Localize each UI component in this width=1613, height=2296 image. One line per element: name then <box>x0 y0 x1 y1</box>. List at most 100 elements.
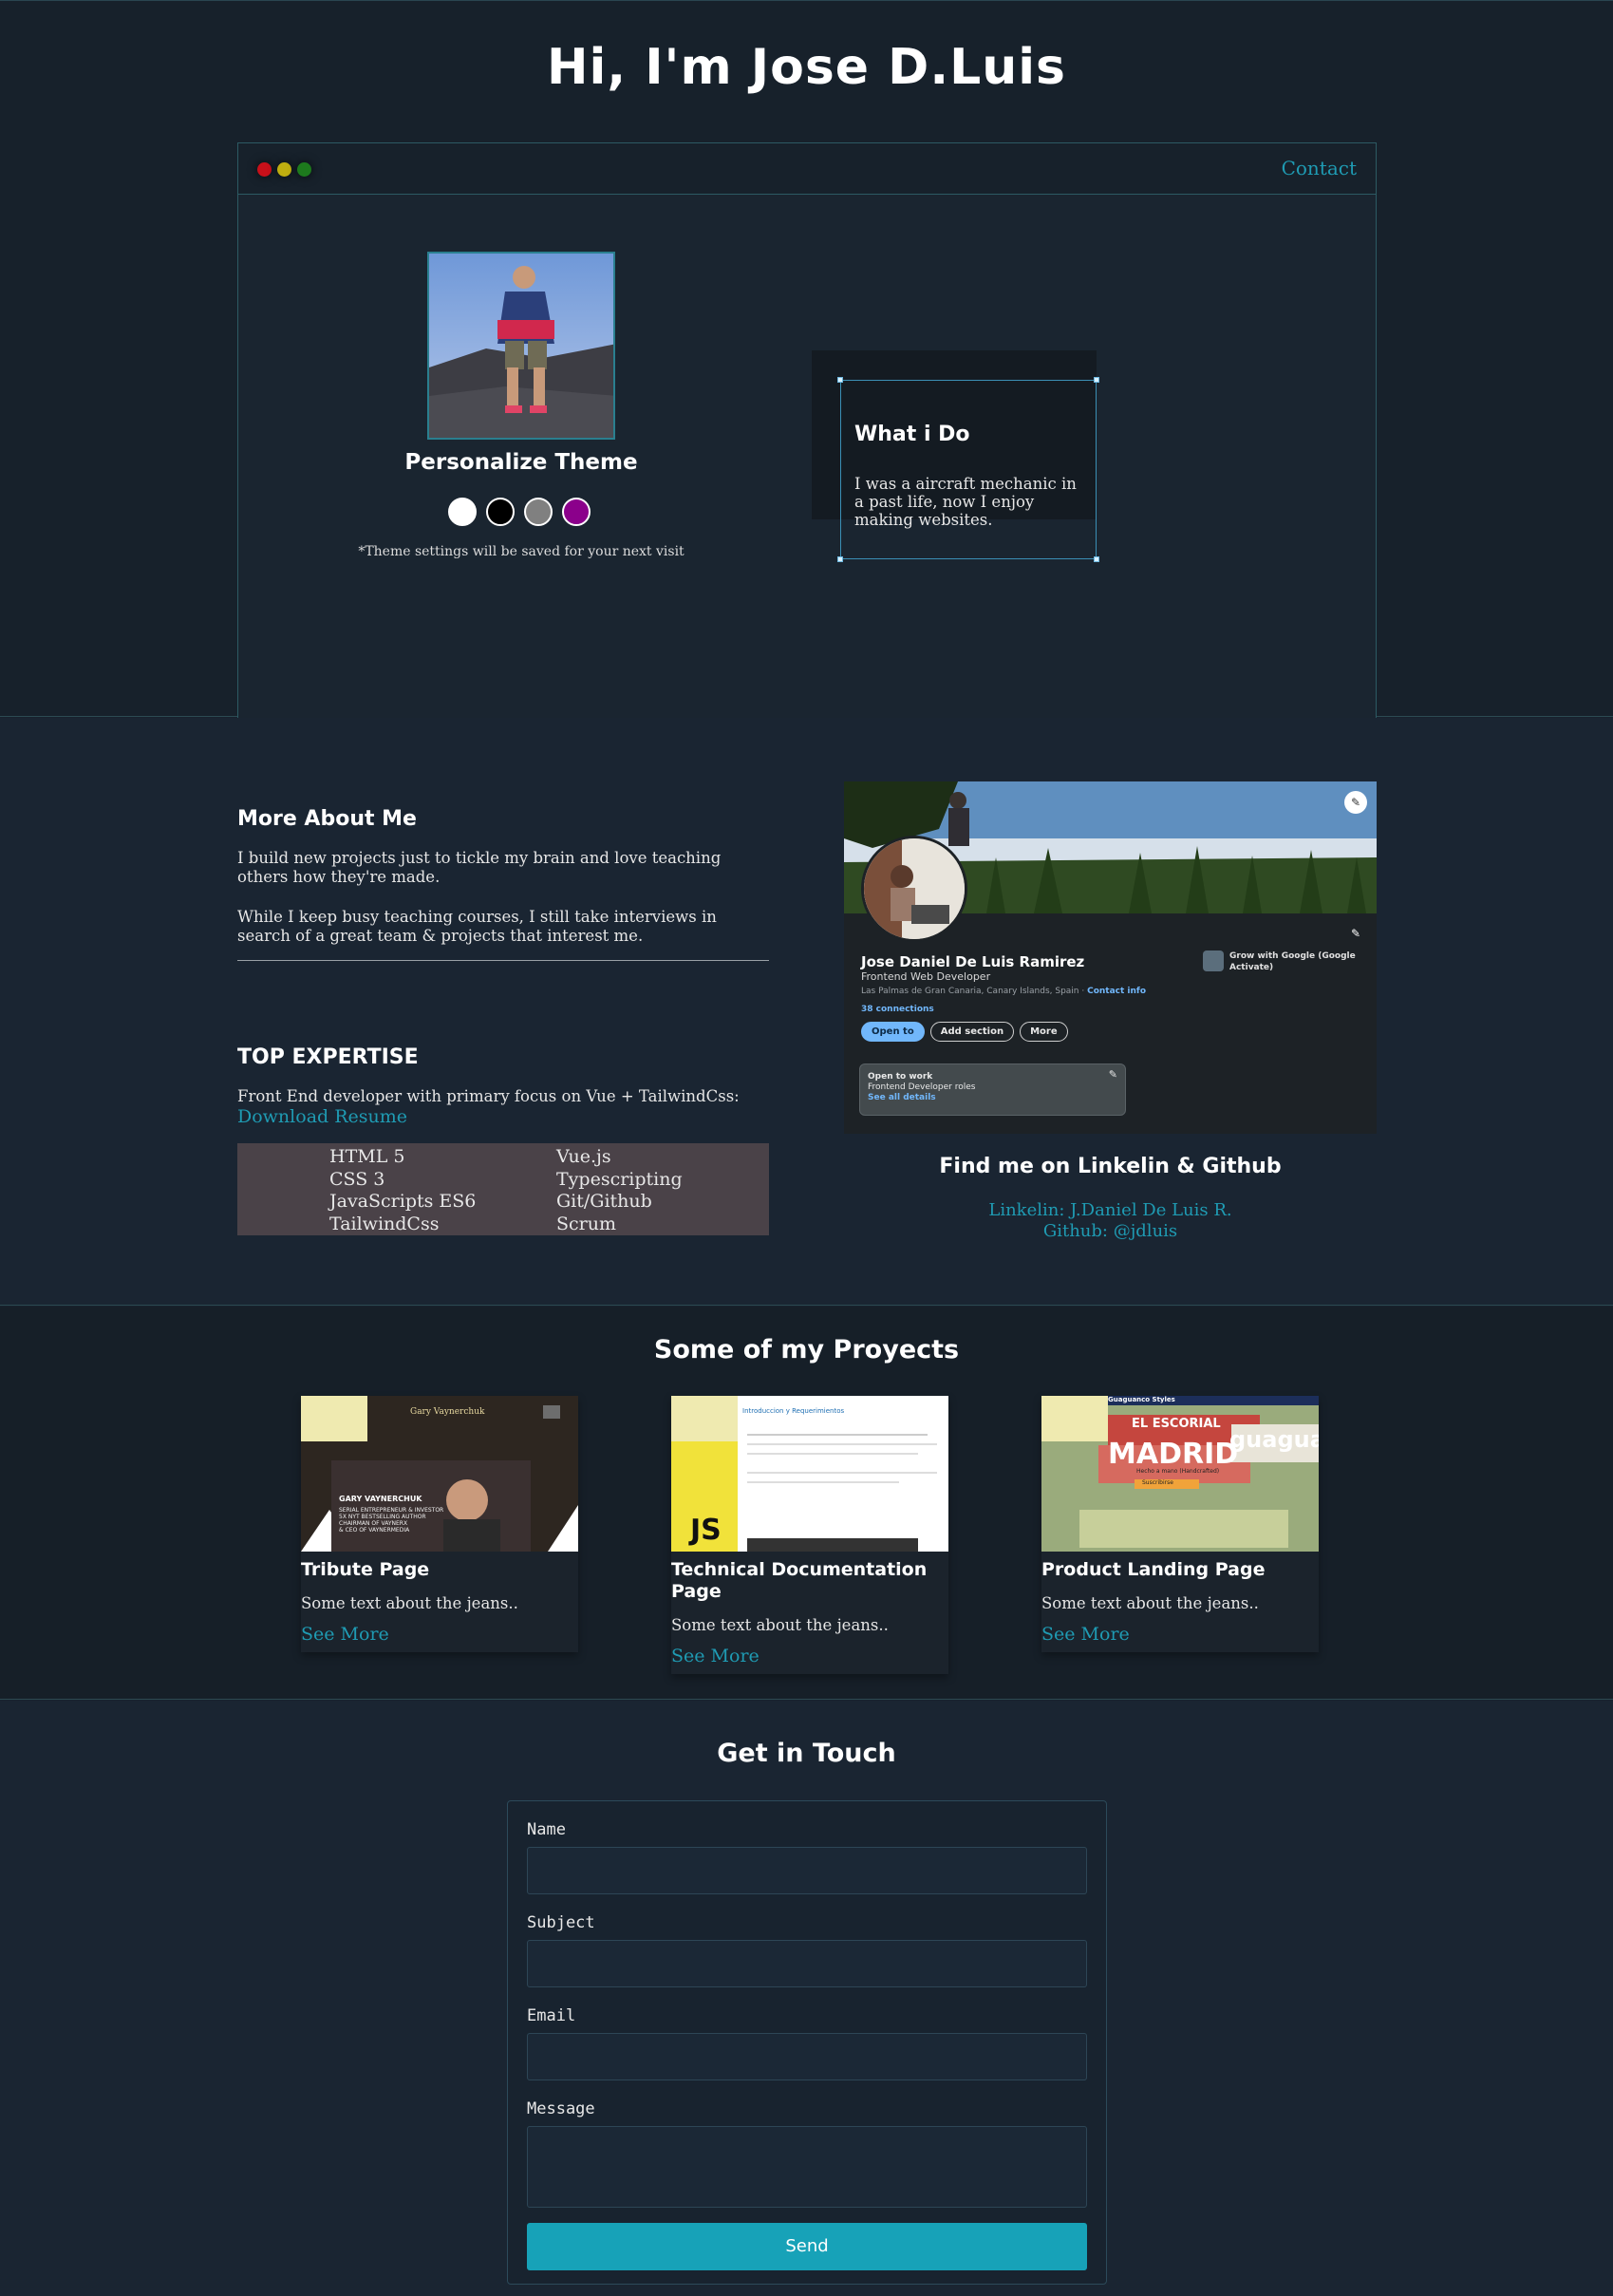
thumbnail-bio-line: 5X NYT BESTSELLING AUTHOR <box>339 1514 426 1520</box>
project-description: Some text about the jeans.. <box>301 1594 518 1612</box>
resize-handle <box>1094 377 1099 383</box>
skill-item: TailwindCss <box>329 1213 440 1234</box>
thumbnail-bio: SERIAL ENTREPRENEUR & INVESTOR 5X NYT BE… <box>339 1507 443 1534</box>
skill-item: Typescripting <box>556 1168 683 1190</box>
see-all-details-link[interactable]: See all details <box>868 1093 1117 1103</box>
theme-title: Personalize Theme <box>404 450 638 475</box>
about-divider <box>237 960 769 961</box>
thumbnail-title: MADRID <box>1108 1438 1239 1471</box>
name-input[interactable] <box>527 1847 1087 1894</box>
email-label: Email <box>527 2006 576 2025</box>
open-to-work-box[interactable]: Open to work Frontend Developer roles Se… <box>859 1063 1126 1116</box>
theme-swatch-purple[interactable] <box>562 498 591 526</box>
about-title: More About Me <box>237 807 417 831</box>
linkedin-education-text: Grow with Google (Google Activate) <box>1229 951 1356 972</box>
see-more-link[interactable]: See More <box>1041 1624 1319 1652</box>
skill-item: HTML 5 <box>329 1146 405 1167</box>
hero-section: Hi, I'm Jose D.Luis Contact Personalize … <box>0 0 1613 718</box>
theme-swatches <box>448 498 591 526</box>
project-card-landing[interactable]: Guaguanco Styles EL ESCORIAL MADRID guag… <box>1041 1396 1319 1652</box>
skill-item: Vue.js <box>556 1146 611 1167</box>
resize-handle <box>1094 556 1099 562</box>
projects-title: Some of my Proyects <box>653 1335 960 1364</box>
js-logo: JS <box>690 1514 722 1547</box>
hero-title: Hi, I'm Jose D.Luis <box>547 39 1066 96</box>
theme-swatch-white[interactable] <box>448 498 477 526</box>
social-links: Linkelin: J.Daniel De Luis R. Github: @j… <box>844 1200 1377 1242</box>
add-section-button[interactable]: Add section <box>929 1022 1015 1042</box>
more-button[interactable]: More <box>1020 1022 1068 1042</box>
linkedin-connections[interactable]: 38 connections <box>861 1005 934 1014</box>
github-link[interactable]: Github: @jdluis <box>844 1221 1377 1242</box>
name-label: Name <box>527 1820 566 1839</box>
contact-form: Name Subject Email Message Send <box>507 1800 1107 2285</box>
project-thumbnail: Gary Vaynerchuk GARY VAYNERCHUK SERIAL E… <box>301 1396 578 1552</box>
about-section: More About Me I build new projects just … <box>0 718 1613 1306</box>
see-more-link[interactable]: See More <box>301 1624 578 1652</box>
profile-photo <box>427 252 615 440</box>
thumbnail-brand: Guaguanco Styles <box>1108 1396 1175 1403</box>
linkedin-education: Grow with Google (Google Activate) <box>1203 950 1364 973</box>
projects-section: Some of my Proyects Gary Vaynerchuk GARY… <box>0 1307 1613 1700</box>
skill-item: Git/Github <box>556 1191 652 1212</box>
thumbnail-bio-line: & CEO OF VAYNERMEDIA <box>339 1527 410 1534</box>
linkedin-buttons: Open to Add section More <box>861 1022 1068 1042</box>
thumbnail-button: Suscribirse <box>1142 1479 1173 1486</box>
contact-title: Get in Touch <box>717 1739 896 1768</box>
message-textarea[interactable] <box>527 2126 1087 2208</box>
subject-input[interactable] <box>527 1940 1087 1987</box>
email-input[interactable] <box>527 2033 1087 2080</box>
subject-label: Subject <box>527 1913 595 1932</box>
linkedin-contact-info-link[interactable]: Contact info <box>1087 987 1146 996</box>
thumbnail-caption: GARY VAYNERCHUK <box>339 1495 422 1503</box>
edit-intro-icon[interactable]: ✎ <box>1344 922 1367 945</box>
thumbnail-heading: Introduccion y Requerimientos <box>742 1407 845 1415</box>
download-resume-link[interactable]: Download Resume <box>237 1107 769 1126</box>
resize-handle <box>837 556 843 562</box>
project-card-tribute[interactable]: Gary Vaynerchuk GARY VAYNERCHUK SERIAL E… <box>301 1396 578 1652</box>
thumbnail-heading: Gary Vaynerchuk <box>410 1407 485 1417</box>
skill-item: CSS 3 <box>329 1168 385 1190</box>
see-more-link[interactable]: See More <box>671 1646 948 1674</box>
skills-list: HTML 5 Vue.js CSS 3 Typescripting JavaSc… <box>237 1143 769 1235</box>
message-label: Message <box>527 2099 595 2118</box>
find-me-title: Find me on Linkelin & Github <box>939 1155 1282 1178</box>
open-to-work-title: Open to work <box>868 1072 933 1082</box>
linkedin-location: Las Palmas de Gran Canaria, Canary Islan… <box>861 987 1146 996</box>
thumbnail-bio-line: CHAIRMAN OF VAYNERX <box>339 1520 408 1527</box>
what-i-do-card: What i Do I was a aircraft mechanic in a… <box>837 377 1099 562</box>
linkedin-role: Frontend Web Developer <box>861 970 991 983</box>
about-paragraph-2: While I keep busy teaching courses, I st… <box>237 908 717 945</box>
project-description: Some text about the jeans.. <box>671 1616 889 1634</box>
google-logo-icon <box>1203 950 1224 971</box>
theme-swatch-gray[interactable] <box>524 498 553 526</box>
thumbnail-subtitle: EL ESCORIAL <box>1132 1417 1221 1431</box>
linkedin-location-text: Las Palmas de Gran Canaria, Canary Islan… <box>861 987 1088 996</box>
linkedin-avatar <box>861 836 967 942</box>
edit-open-to-work-icon[interactable]: ✎ <box>1109 1069 1117 1080</box>
window-dot-green <box>297 162 311 177</box>
project-name: Technical Documentation Page <box>671 1559 928 1602</box>
linkedin-profile-card[interactable]: ✎ ✎ Jose Daniel De Luis Ramirez Frontend… <box>844 781 1377 1134</box>
contact-section: Get in Touch Name Subject Email Message … <box>0 1701 1613 2296</box>
nav-contact-link[interactable]: Contact <box>1282 157 1357 179</box>
theme-swatch-black[interactable] <box>486 498 515 526</box>
project-thumbnail: Guaguanco Styles EL ESCORIAL MADRID guag… <box>1041 1396 1319 1552</box>
send-button[interactable]: Send <box>527 2223 1087 2270</box>
theme-note: *Theme settings will be saved for your n… <box>358 544 685 559</box>
project-card-documentation[interactable]: Introduccion y Requerimientos JS Technic… <box>671 1396 948 1674</box>
linkedin-link[interactable]: Linkelin: J.Daniel De Luis R. <box>844 1200 1377 1221</box>
about-paragraph-1: I build new projects just to tickle my b… <box>237 849 722 886</box>
project-description: Some text about the jeans.. <box>1041 1594 1259 1612</box>
window-nav-bar: Contact <box>238 143 1376 195</box>
window-dot-yellow <box>277 162 291 177</box>
skill-item: JavaScripts ES6 <box>329 1191 477 1212</box>
expertise-text: Front End developer with primary focus o… <box>237 1087 740 1105</box>
project-thumbnail: Introduccion y Requerimientos JS <box>671 1396 948 1552</box>
edit-cover-icon[interactable]: ✎ <box>1344 791 1367 814</box>
thumbnail-tagline: Hecho a mano (Handcrafted) <box>1136 1468 1220 1475</box>
open-to-button[interactable]: Open to <box>861 1022 925 1042</box>
open-to-work-roles: Frontend Developer roles <box>868 1082 976 1092</box>
skill-item: Scrum <box>556 1213 616 1234</box>
resize-handle <box>837 377 843 383</box>
